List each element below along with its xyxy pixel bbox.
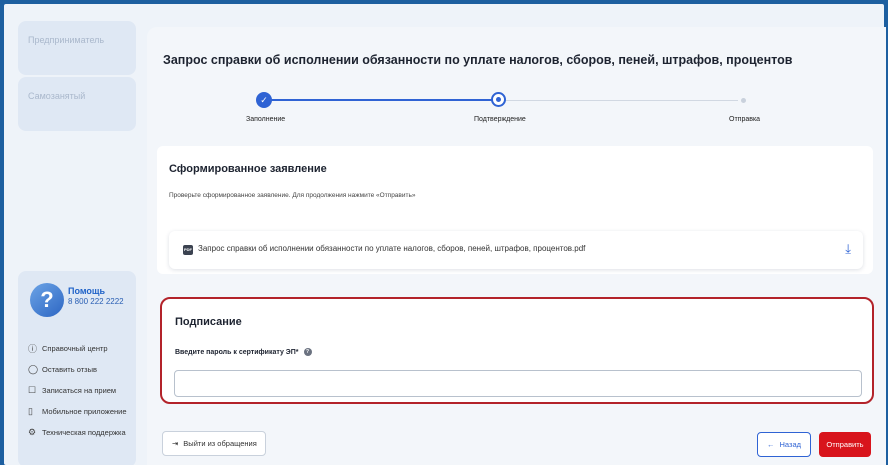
password-label: Введите пароль к сертификату ЭП*? bbox=[175, 348, 312, 356]
section-hint: Проверьте сформированное заявление. Для … bbox=[169, 192, 416, 199]
sidebar-item-label: Самозанятый bbox=[28, 91, 86, 101]
chat-icon: ◯ bbox=[28, 364, 39, 374]
main-content: Запрос справки об исполнении обязанности… bbox=[147, 27, 886, 465]
signing-section: Подписание Введите пароль к сертификату … bbox=[160, 297, 874, 404]
help-link-mobile-app[interactable]: ▯ Мобильное приложение bbox=[28, 401, 127, 422]
info-icon: ⓘ bbox=[28, 344, 38, 354]
section-title: Сформированное заявление bbox=[169, 163, 327, 175]
arrow-left-icon: ← bbox=[767, 440, 775, 449]
formed-application-card: Сформированное заявление Проверьте сформ… bbox=[157, 146, 873, 274]
mobile-icon: ▯ bbox=[28, 406, 33, 416]
pdf-file-icon: PDF bbox=[183, 245, 193, 255]
help-link-feedback[interactable]: ◯ Оставить отзыв bbox=[28, 359, 127, 380]
exit-icon: ⇥ bbox=[172, 439, 179, 448]
help-link-appointment[interactable]: ☐ Записаться на прием bbox=[28, 380, 127, 401]
help-title: Помощь bbox=[68, 286, 106, 296]
stepper-progress-line bbox=[261, 99, 497, 101]
help-link-label: Записаться на прием bbox=[42, 386, 117, 395]
stepper: ✓ Заполнение Подтверждение Отправка bbox=[246, 89, 775, 129]
file-name[interactable]: Запрос справки об исполнении обязанности… bbox=[198, 244, 585, 253]
password-label-text: Введите пароль к сертификату ЭП* bbox=[175, 348, 299, 356]
help-phone[interactable]: 8 800 222 2222 bbox=[68, 297, 124, 306]
help-link-label: Техническая поддержка bbox=[42, 428, 126, 437]
send-button-label: Отправить bbox=[826, 440, 864, 449]
sidebar-item-self-employed[interactable]: Самозанятый bbox=[18, 77, 136, 131]
calendar-edit-icon: ☐ bbox=[28, 385, 37, 395]
gear-icon: ⚙ bbox=[28, 427, 37, 437]
section-title: Подписание bbox=[175, 316, 242, 328]
certificate-password-input[interactable] bbox=[174, 370, 862, 397]
sidebar-item-label: Предприниматель bbox=[28, 35, 105, 45]
step-label-confirmation: Подтверждение bbox=[474, 116, 526, 123]
back-button[interactable]: ← Назад bbox=[757, 432, 811, 457]
help-link-reference-center[interactable]: ⓘ Справочный центр bbox=[28, 338, 127, 359]
step-label-filling: Заполнение bbox=[246, 116, 286, 123]
back-button-label: Назад bbox=[779, 440, 802, 449]
step-current-indicator bbox=[491, 92, 506, 107]
step-pending-indicator bbox=[741, 97, 746, 103]
stepper-pending-line bbox=[500, 99, 738, 101]
step-done-check-icon: ✓ bbox=[256, 92, 272, 108]
help-panel: ? Помощь 8 800 222 2222 ⓘ Справочный цен… bbox=[18, 271, 136, 465]
file-attachment[interactable]: PDF Запрос справки об исполнении обязанн… bbox=[169, 231, 863, 269]
exit-request-button[interactable]: ⇥ Выйти из обращения bbox=[162, 431, 266, 456]
help-question-icon: ? bbox=[30, 283, 64, 317]
download-icon[interactable]: ⤓ bbox=[845, 241, 851, 257]
help-link-label: Оставить отзыв bbox=[42, 365, 97, 374]
help-link-tech-support[interactable]: ⚙ Техническая поддержка bbox=[28, 422, 127, 443]
page-title: Запрос справки об исполнении обязанности… bbox=[163, 53, 793, 67]
send-button[interactable]: Отправить bbox=[819, 432, 871, 457]
help-tooltip-icon[interactable]: ? bbox=[303, 348, 312, 356]
exit-button-label: Выйти из обращения bbox=[183, 439, 257, 448]
help-link-label: Справочный центр bbox=[42, 344, 108, 353]
help-links: ⓘ Справочный центр ◯ Оставить отзыв ☐ За… bbox=[28, 338, 127, 443]
help-link-label: Мобильное приложение bbox=[42, 407, 127, 416]
sidebar-item-entrepreneur[interactable]: Предприниматель bbox=[18, 21, 136, 75]
step-label-sending: Отправка bbox=[729, 116, 761, 123]
